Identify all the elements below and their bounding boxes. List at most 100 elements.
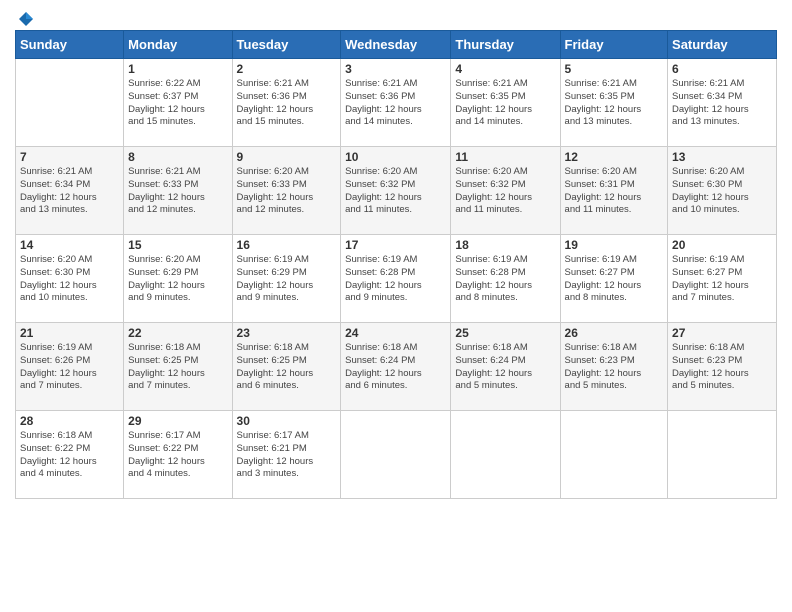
calendar-cell: 28Sunrise: 6:18 AM Sunset: 6:22 PM Dayli…: [16, 411, 124, 499]
calendar-cell: 14 Sunrise: 6:20 AM Sunset: 6:30 PM Dayli…: [16, 235, 124, 323]
col-header-monday: Monday: [124, 31, 232, 59]
day-info: Sunrise: 6:19 AM Sunset: 6:27 PM Dayligh…: [672, 254, 772, 305]
day-info: Sunrise: 6:21 AM Sunset: 6:33 PM Dayligh…: [128, 166, 227, 217]
day-info: Sunrise: 6:21 AM Sunset: 6:35 PM Dayligh…: [455, 78, 555, 129]
calendar-cell: 17 Sunrise: 6:19 AM Sunset: 6:28 PM Dayli…: [341, 235, 451, 323]
day-number: 25: [455, 326, 555, 340]
calendar-cell: 8 Sunrise: 6:21 AM Sunset: 6:33 PM Daylig…: [124, 147, 232, 235]
col-header-saturday: Saturday: [668, 31, 777, 59]
day-info: Sunrise: 6:21 AM Sunset: 6:36 PM Dayligh…: [345, 78, 446, 129]
day-info: Sunrise: 6:17 AM Sunset: 6:22 PM Dayligh…: [128, 430, 227, 481]
day-info: Sunrise: 6:20 AM Sunset: 6:30 PM Dayligh…: [20, 254, 119, 305]
calendar-cell: [668, 411, 777, 499]
day-number: 11: [455, 150, 555, 164]
page-header: [15, 10, 777, 22]
day-number: 30: [237, 414, 337, 428]
day-number: 16: [237, 238, 337, 252]
calendar-cell: 6 Sunrise: 6:21 AM Sunset: 6:34 PM Daylig…: [668, 59, 777, 147]
day-info: Sunrise: 6:21 AM Sunset: 6:34 PM Dayligh…: [672, 78, 772, 129]
day-info: Sunrise: 6:21 AM Sunset: 6:35 PM Dayligh…: [565, 78, 664, 129]
day-info: Sunrise: 6:20 AM Sunset: 6:29 PM Dayligh…: [128, 254, 227, 305]
calendar-header-row: SundayMondayTuesdayWednesdayThursdayFrid…: [16, 31, 777, 59]
day-number: 1: [128, 62, 227, 76]
calendar-cell: [451, 411, 560, 499]
calendar-cell: 23 Sunrise: 6:18 AM Sunset: 6:25 PM Dayli…: [232, 323, 341, 411]
calendar-cell: 27Sunrise: 6:18 AM Sunset: 6:23 PM Dayli…: [668, 323, 777, 411]
week-row-4: 21 Sunrise: 6:19 AM Sunset: 6:26 PM Dayli…: [16, 323, 777, 411]
day-info: Sunrise: 6:20 AM Sunset: 6:32 PM Dayligh…: [455, 166, 555, 217]
day-info: Sunrise: 6:19 AM Sunset: 6:26 PM Dayligh…: [20, 342, 119, 393]
calendar-cell: 22 Sunrise: 6:18 AM Sunset: 6:25 PM Dayli…: [124, 323, 232, 411]
calendar-cell: 10Sunrise: 6:20 AM Sunset: 6:32 PM Dayli…: [341, 147, 451, 235]
day-info: Sunrise: 6:20 AM Sunset: 6:32 PM Dayligh…: [345, 166, 446, 217]
col-header-friday: Friday: [560, 31, 668, 59]
day-number: 17: [345, 238, 446, 252]
day-info: Sunrise: 6:18 AM Sunset: 6:24 PM Dayligh…: [345, 342, 446, 393]
day-number: 19: [565, 238, 664, 252]
day-number: 21: [20, 326, 119, 340]
calendar-cell: 12 Sunrise: 6:20 AM Sunset: 6:31 PM Dayli…: [560, 147, 668, 235]
day-number: 20: [672, 238, 772, 252]
week-row-5: 28Sunrise: 6:18 AM Sunset: 6:22 PM Dayli…: [16, 411, 777, 499]
day-number: 24: [345, 326, 446, 340]
calendar-cell: 11 Sunrise: 6:20 AM Sunset: 6:32 PM Dayli…: [451, 147, 560, 235]
calendar-cell: 18 Sunrise: 6:19 AM Sunset: 6:28 PM Dayli…: [451, 235, 560, 323]
day-info: Sunrise: 6:20 AM Sunset: 6:31 PM Dayligh…: [565, 166, 664, 217]
day-number: 7: [20, 150, 119, 164]
day-info: Sunrise: 6:17 AM Sunset: 6:21 PM Dayligh…: [237, 430, 337, 481]
calendar-cell: [16, 59, 124, 147]
calendar-cell: 25 Sunrise: 6:18 AM Sunset: 6:24 PM Dayli…: [451, 323, 560, 411]
day-info: Sunrise: 6:22 AM Sunset: 6:37 PM Dayligh…: [128, 78, 227, 129]
calendar-cell: 19 Sunrise: 6:19 AM Sunset: 6:27 PM Dayli…: [560, 235, 668, 323]
day-info: Sunrise: 6:18 AM Sunset: 6:24 PM Dayligh…: [455, 342, 555, 393]
logo: [15, 10, 35, 22]
calendar-cell: 26 Sunrise: 6:18 AM Sunset: 6:23 PM Dayli…: [560, 323, 668, 411]
day-number: 23: [237, 326, 337, 340]
day-info: Sunrise: 6:18 AM Sunset: 6:22 PM Dayligh…: [20, 430, 119, 481]
calendar-cell: 5 Sunrise: 6:21 AM Sunset: 6:35 PM Daylig…: [560, 59, 668, 147]
calendar: SundayMondayTuesdayWednesdayThursdayFrid…: [15, 30, 777, 499]
day-number: 13: [672, 150, 772, 164]
col-header-wednesday: Wednesday: [341, 31, 451, 59]
day-info: Sunrise: 6:20 AM Sunset: 6:33 PM Dayligh…: [237, 166, 337, 217]
day-info: Sunrise: 6:19 AM Sunset: 6:28 PM Dayligh…: [455, 254, 555, 305]
day-number: 2: [237, 62, 337, 76]
calendar-cell: 16Sunrise: 6:19 AM Sunset: 6:29 PM Dayli…: [232, 235, 341, 323]
day-number: 18: [455, 238, 555, 252]
calendar-cell: 15Sunrise: 6:20 AM Sunset: 6:29 PM Dayli…: [124, 235, 232, 323]
day-number: 27: [672, 326, 772, 340]
calendar-cell: [341, 411, 451, 499]
calendar-cell: 13 Sunrise: 6:20 AM Sunset: 6:30 PM Dayli…: [668, 147, 777, 235]
day-number: 22: [128, 326, 227, 340]
day-info: Sunrise: 6:18 AM Sunset: 6:23 PM Dayligh…: [565, 342, 664, 393]
day-number: 26: [565, 326, 664, 340]
week-row-2: 7 Sunrise: 6:21 AM Sunset: 6:34 PM Daylig…: [16, 147, 777, 235]
week-row-1: 1 Sunrise: 6:22 AM Sunset: 6:37 PM Daylig…: [16, 59, 777, 147]
calendar-cell: 4 Sunrise: 6:21 AM Sunset: 6:35 PM Daylig…: [451, 59, 560, 147]
calendar-cell: 30 Sunrise: 6:17 AM Sunset: 6:21 PM Dayli…: [232, 411, 341, 499]
calendar-cell: 24 Sunrise: 6:18 AM Sunset: 6:24 PM Dayli…: [341, 323, 451, 411]
day-info: Sunrise: 6:21 AM Sunset: 6:34 PM Dayligh…: [20, 166, 119, 217]
week-row-3: 14 Sunrise: 6:20 AM Sunset: 6:30 PM Dayli…: [16, 235, 777, 323]
day-info: Sunrise: 6:19 AM Sunset: 6:27 PM Dayligh…: [565, 254, 664, 305]
day-number: 8: [128, 150, 227, 164]
col-header-sunday: Sunday: [16, 31, 124, 59]
day-number: 5: [565, 62, 664, 76]
calendar-cell: 1 Sunrise: 6:22 AM Sunset: 6:37 PM Daylig…: [124, 59, 232, 147]
day-info: Sunrise: 6:18 AM Sunset: 6:25 PM Dayligh…: [128, 342, 227, 393]
day-number: 4: [455, 62, 555, 76]
day-number: 3: [345, 62, 446, 76]
day-number: 12: [565, 150, 664, 164]
logo-icon: [17, 10, 35, 28]
calendar-cell: 29Sunrise: 6:17 AM Sunset: 6:22 PM Dayli…: [124, 411, 232, 499]
day-number: 14: [20, 238, 119, 252]
day-number: 6: [672, 62, 772, 76]
day-info: Sunrise: 6:20 AM Sunset: 6:30 PM Dayligh…: [672, 166, 772, 217]
calendar-cell: 3 Sunrise: 6:21 AM Sunset: 6:36 PM Daylig…: [341, 59, 451, 147]
day-info: Sunrise: 6:18 AM Sunset: 6:25 PM Dayligh…: [237, 342, 337, 393]
calendar-cell: 20 Sunrise: 6:19 AM Sunset: 6:27 PM Dayli…: [668, 235, 777, 323]
day-info: Sunrise: 6:19 AM Sunset: 6:28 PM Dayligh…: [345, 254, 446, 305]
col-header-thursday: Thursday: [451, 31, 560, 59]
calendar-cell: 9Sunrise: 6:20 AM Sunset: 6:33 PM Daylig…: [232, 147, 341, 235]
calendar-cell: 7 Sunrise: 6:21 AM Sunset: 6:34 PM Daylig…: [16, 147, 124, 235]
